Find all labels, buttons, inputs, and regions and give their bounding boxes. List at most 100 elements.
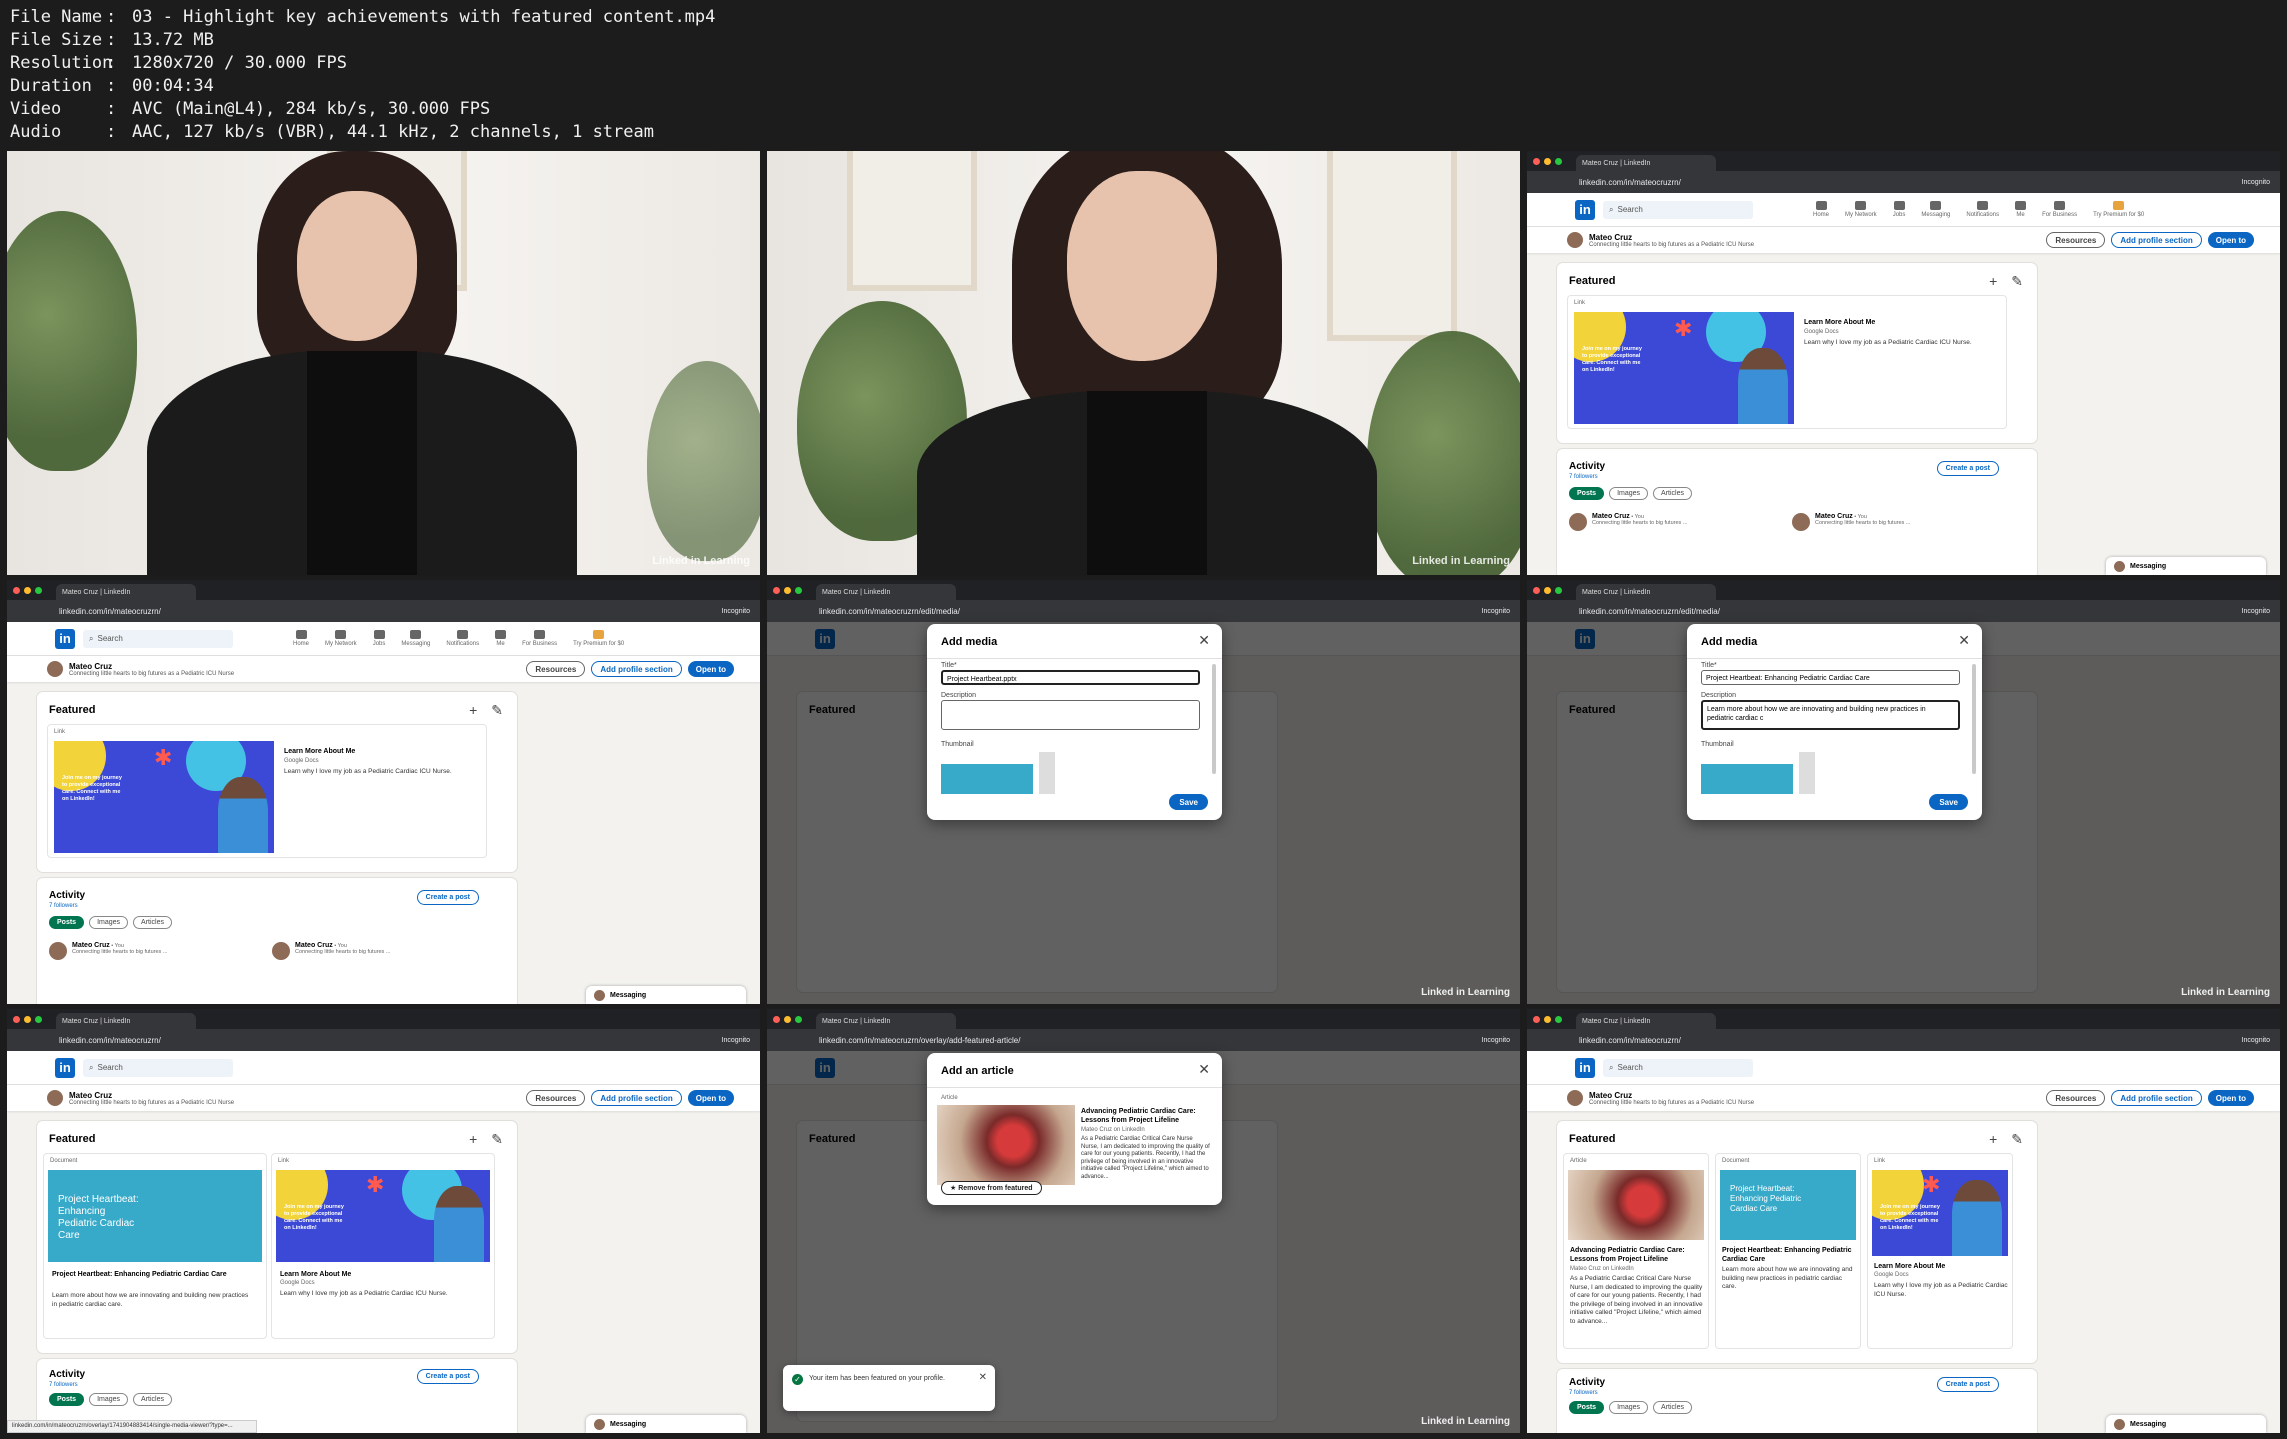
activity-post[interactable]: Mateo Cruz • You Connecting little hearts… — [1792, 513, 1910, 531]
featured-link-tile[interactable]: Link ✱ Join me on my journey to provide e… — [1567, 295, 2007, 429]
featured-link-tile[interactable]: Link ✱ Join me on my journey to provide e… — [271, 1153, 495, 1339]
browser-tab[interactable]: Mateo Cruz | LinkedIn — [1576, 155, 1716, 171]
nav-home[interactable]: Home — [1813, 201, 1829, 218]
nav-messaging[interactable]: Messaging — [1921, 201, 1950, 218]
add-icon[interactable]: + — [1989, 273, 1997, 290]
close-icon[interactable]: ✕ — [1958, 632, 1970, 649]
resources-button[interactable]: Resources — [2046, 1090, 2106, 1106]
search-input[interactable]: ⌕ Search — [1603, 200, 1753, 219]
close-icon[interactable]: ✕ — [1198, 1061, 1210, 1078]
url-field[interactable]: linkedin.com/in/mateocruzrn/ — [1579, 1036, 2234, 1045]
add-icon[interactable]: + — [1989, 1131, 1997, 1148]
chip-articles[interactable]: Articles — [133, 1393, 172, 1406]
close-icon[interactable]: ✕ — [979, 1373, 987, 1383]
nav-notifications[interactable]: Notifications — [1966, 201, 1999, 218]
messaging-bar[interactable]: Messaging — [586, 1415, 746, 1433]
add-icon[interactable]: + — [469, 702, 477, 719]
browser-tab[interactable]: Mateo Cruz | LinkedIn — [1576, 584, 1716, 600]
add-icon[interactable]: + — [469, 1131, 477, 1148]
chip-articles[interactable]: Articles — [1653, 487, 1692, 500]
add-profile-section-button[interactable]: Add profile section — [2111, 232, 2202, 248]
thumbnail-preview[interactable] — [941, 764, 1033, 794]
remove-from-featured-button[interactable]: ★ Remove from featured — [941, 1181, 1042, 1195]
open-to-button[interactable]: Open to — [2207, 232, 2254, 248]
thumbnail-preview[interactable] — [1039, 752, 1055, 794]
chip-posts[interactable]: Posts — [49, 916, 85, 929]
dialog-scrollbar[interactable] — [1972, 664, 1976, 774]
featured-document-tile[interactable]: Document Project Heartbeat: Enhancing Pe… — [43, 1153, 267, 1339]
chip-articles[interactable]: Articles — [1653, 1401, 1692, 1414]
thumbnail-preview[interactable] — [1799, 752, 1815, 794]
chip-images[interactable]: Images — [1609, 1401, 1649, 1414]
title-input[interactable]: Project Heartbeat.pptx — [941, 670, 1200, 685]
search-input[interactable]: ⌕ Search — [1603, 1058, 1753, 1077]
linkedin-logo[interactable]: in — [1575, 1057, 1595, 1078]
chip-posts[interactable]: Posts — [1569, 1401, 1605, 1414]
messaging-bar[interactable]: Messaging — [2106, 1415, 2266, 1433]
pencil-icon[interactable]: ✎ — [491, 702, 503, 719]
featured-link-tile[interactable]: Link ✱ Join me on my journey to provide e… — [1867, 1153, 2013, 1349]
add-profile-section-button[interactable]: Add profile section — [591, 1090, 682, 1106]
thumbnail-preview[interactable] — [1701, 764, 1793, 794]
save-button[interactable]: Save — [1929, 794, 1968, 810]
nav-premium[interactable]: Try Premium for $0 — [2093, 201, 2144, 218]
chip-articles[interactable]: Articles — [133, 916, 172, 929]
open-to-button[interactable]: Open to — [2207, 1090, 2254, 1106]
open-to-button[interactable]: Open to — [687, 1090, 734, 1106]
url-field[interactable]: linkedin.com/in/mateocruzrn/ — [1579, 178, 2234, 187]
chip-images[interactable]: Images — [89, 1393, 129, 1406]
chip-posts[interactable]: Posts — [1569, 487, 1605, 500]
featured-link-tile[interactable]: Link ✱ Join me on my journey to provide e… — [47, 724, 487, 858]
chip-images[interactable]: Images — [89, 916, 129, 929]
browser-tab[interactable]: Mateo Cruz | LinkedIn — [816, 584, 956, 600]
resources-button[interactable]: Resources — [526, 661, 586, 677]
url-field[interactable]: linkedin.com/in/mateocruzrn/edit/media/ — [819, 607, 1474, 616]
nav-me[interactable]: Me — [495, 630, 507, 647]
browser-tab[interactable]: Mateo Cruz | LinkedIn — [56, 1013, 196, 1029]
url-field[interactable]: linkedin.com/in/mateocruzrn/edit/media/ — [1579, 607, 2234, 616]
save-button[interactable]: Save — [1169, 794, 1208, 810]
linkedin-logo[interactable]: in — [55, 628, 75, 649]
url-field[interactable]: linkedin.com/in/mateocruzrn/overlay/add-… — [819, 1036, 1474, 1045]
linkedin-logo[interactable]: in — [55, 1057, 75, 1078]
nav-me[interactable]: Me — [2015, 201, 2027, 218]
dialog-scrollbar[interactable] — [1212, 664, 1216, 774]
pencil-icon[interactable]: ✎ — [491, 1131, 503, 1148]
add-profile-section-button[interactable]: Add profile section — [2111, 1090, 2202, 1106]
url-field[interactable]: linkedin.com/in/mateocruzrn/ — [59, 1036, 714, 1045]
browser-tab[interactable]: Mateo Cruz | LinkedIn — [56, 584, 196, 600]
title-input[interactable]: Project Heartbeat: Enhancing Pediatric C… — [1701, 670, 1960, 685]
create-post-button[interactable]: Create a post — [416, 890, 479, 905]
nav-jobs[interactable]: Jobs — [1893, 201, 1905, 218]
messaging-bar[interactable]: Messaging — [586, 986, 746, 1004]
description-input[interactable]: Learn more about how we are innovating a… — [1701, 700, 1960, 730]
url-field[interactable]: linkedin.com/in/mateocruzrn/ — [59, 607, 714, 616]
resources-button[interactable]: Resources — [2046, 232, 2106, 248]
browser-tab[interactable]: Mateo Cruz | LinkedIn — [816, 1013, 956, 1029]
nav-home[interactable]: Home — [293, 630, 309, 647]
add-profile-section-button[interactable]: Add profile section — [591, 661, 682, 677]
create-post-button[interactable]: Create a post — [1936, 461, 1999, 476]
nav-network[interactable]: My Network — [1845, 201, 1877, 218]
pencil-icon[interactable]: ✎ — [2011, 1131, 2023, 1148]
pencil-icon[interactable]: ✎ — [2011, 273, 2023, 290]
activity-post[interactable]: Mateo Cruz • You Connecting little hearts… — [49, 942, 167, 960]
browser-tab[interactable]: Mateo Cruz | LinkedIn — [1576, 1013, 1716, 1029]
create-post-button[interactable]: Create a post — [416, 1369, 479, 1384]
open-to-button[interactable]: Open to — [687, 661, 734, 677]
close-icon[interactable]: ✕ — [1198, 632, 1210, 649]
nav-business[interactable]: For Business — [522, 630, 557, 647]
nav-notifications[interactable]: Notifications — [446, 630, 479, 647]
search-input[interactable]: ⌕ Search — [83, 1058, 233, 1077]
activity-post[interactable]: Mateo Cruz • You Connecting little hearts… — [272, 942, 390, 960]
create-post-button[interactable]: Create a post — [1936, 1377, 1999, 1392]
featured-article-tile[interactable]: Article Advancing Pediatric Cardiac Care… — [1563, 1153, 1709, 1349]
nav-business[interactable]: For Business — [2042, 201, 2077, 218]
search-input[interactable]: ⌕ Search — [83, 629, 233, 648]
linkedin-logo[interactable]: in — [1575, 199, 1595, 220]
chip-images[interactable]: Images — [1609, 487, 1649, 500]
nav-premium[interactable]: Try Premium for $0 — [573, 630, 624, 647]
resources-button[interactable]: Resources — [526, 1090, 586, 1106]
messaging-bar[interactable]: Messaging — [2106, 557, 2266, 575]
nav-network[interactable]: My Network — [325, 630, 357, 647]
